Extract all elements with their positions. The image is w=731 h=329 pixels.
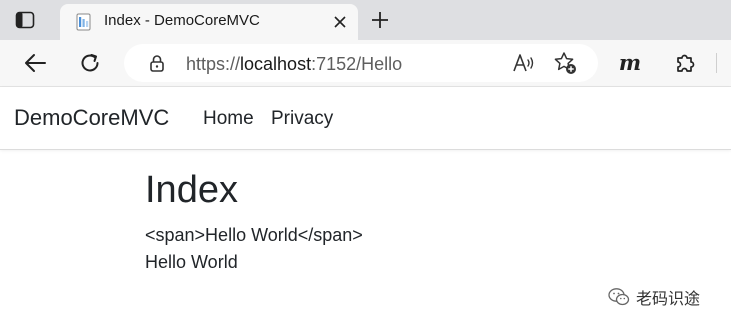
url-text: https://localhost:7152/Hello: [186, 54, 402, 75]
toolbar-divider: [716, 53, 717, 73]
add-favorite-button[interactable]: [552, 50, 578, 76]
url-host: localhost: [240, 54, 312, 74]
watermark: 老码识途: [608, 286, 700, 308]
url-protocol: https://: [186, 54, 241, 74]
nav-privacy-link[interactable]: Privacy: [271, 108, 333, 130]
close-icon: [334, 16, 346, 28]
rendered-html-text: Hello World: [145, 252, 238, 272]
lock-icon: [150, 55, 164, 72]
extension-m-button[interactable]: m: [615, 49, 645, 77]
address-bar[interactable]: https://localhost:7152/Hello: [124, 44, 598, 82]
page-title: Index: [145, 169, 238, 211]
site-brand-link[interactable]: DemoCoreMVC: [14, 105, 169, 131]
back-button[interactable]: [19, 47, 51, 79]
encoded-html-text: <span>Hello World</span>: [145, 225, 363, 245]
tab-actions-icon: [15, 11, 35, 29]
refresh-icon: [81, 54, 99, 72]
tab-actions-button[interactable]: [12, 8, 38, 32]
tab-strip: Index - DemoCoreMVC: [0, 0, 731, 40]
plus-icon: [372, 12, 388, 28]
tab-close-button[interactable]: [330, 12, 350, 32]
active-tab[interactable]: Index - DemoCoreMVC: [60, 4, 358, 40]
watermark-text: 老码识途: [636, 291, 701, 308]
wechat-icon: [608, 288, 630, 306]
new-tab-button[interactable]: [368, 8, 392, 32]
read-aloud-icon: [513, 54, 534, 72]
site-navbar: DemoCoreMVC Home Privacy: [0, 87, 731, 150]
puzzle-icon: [677, 54, 695, 72]
favicon-icon: [76, 13, 91, 31]
read-aloud-button[interactable]: [511, 50, 537, 76]
add-favorite-icon: [554, 52, 576, 74]
extensions-button[interactable]: [670, 49, 700, 77]
refresh-button[interactable]: [74, 47, 106, 79]
back-arrow-icon: [25, 54, 46, 72]
browser-toolbar: https://localhost:7152/Hello m: [0, 40, 731, 87]
nav-home-link[interactable]: Home: [203, 108, 254, 130]
url-rest: :7152/Hello: [311, 54, 403, 74]
tab-title: Index - DemoCoreMVC: [104, 12, 260, 29]
